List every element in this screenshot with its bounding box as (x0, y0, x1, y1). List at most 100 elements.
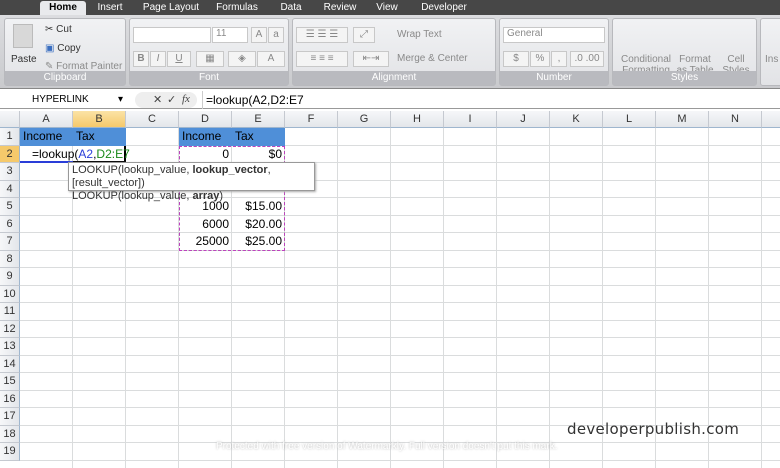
decimal-buttons[interactable]: .0 .00 (570, 51, 604, 67)
name-box[interactable]: HYPERLINK ▾ (0, 91, 130, 109)
tab-review[interactable]: Review (322, 1, 358, 15)
row-header-19[interactable]: 19 (0, 443, 20, 461)
function-tooltip: LOOKUP(lookup_value, lookup_vector, [res… (68, 162, 315, 202)
merge-center-button[interactable]: Merge & Center (397, 53, 468, 64)
column-header-H[interactable]: H (391, 111, 444, 128)
italic-button[interactable]: I (150, 51, 166, 67)
tab-formulas[interactable]: Formulas (214, 1, 260, 15)
row-header-9[interactable]: 9 (0, 268, 20, 286)
column-header-E[interactable]: E (232, 111, 285, 128)
cell-D1[interactable]: Income (179, 128, 232, 146)
tab-insert[interactable]: Insert (90, 1, 130, 15)
column-header-L[interactable]: L (603, 111, 656, 128)
grow-font-button[interactable]: A (251, 27, 267, 43)
cut-button[interactable]: ✂ Cut (45, 24, 72, 35)
font-group: 11 A a B I U ▦ ◈ A Font (129, 18, 289, 86)
tab-developer[interactable]: Developer (418, 1, 470, 15)
font-label: Font (130, 71, 288, 85)
indent-buttons[interactable]: ⇤⇥ (353, 51, 389, 67)
row-header-2[interactable]: 2 (0, 145, 20, 163)
row-header-15[interactable]: 15 (0, 373, 20, 391)
gridline (20, 302, 780, 303)
number-group: General $ % , .0 .00 Number (499, 18, 609, 86)
gridline (20, 214, 780, 216)
column-header-N[interactable]: N (709, 111, 762, 128)
gridline (20, 232, 780, 233)
percent-button[interactable]: % (530, 51, 550, 67)
column-header-C[interactable]: C (126, 111, 179, 128)
insert-cells-button[interactable]: Ins (765, 54, 778, 65)
column-header-J[interactable]: J (497, 111, 550, 128)
underline-button[interactable]: U (167, 51, 191, 67)
insert-function-icon[interactable]: fx (182, 93, 190, 105)
number-label: Number (500, 71, 608, 85)
row-header-10[interactable]: 10 (0, 285, 20, 303)
alignment-label: Alignment (293, 71, 495, 85)
row-header-16[interactable]: 16 (0, 390, 20, 408)
cell-E1[interactable]: Tax (232, 128, 285, 146)
column-header-O[interactable]: O (762, 111, 780, 128)
row-header-13[interactable]: 13 (0, 338, 20, 356)
clipboard-label: Clipboard (5, 71, 125, 85)
gridline (20, 144, 780, 146)
row-header-7[interactable]: 7 (0, 233, 20, 251)
row-header-3[interactable]: 3 (0, 163, 20, 181)
vertical-align-buttons[interactable]: ☰ ☰ ☰ (296, 27, 348, 43)
cancel-icon[interactable]: ✕ (153, 93, 162, 106)
shrink-font-button[interactable]: a (268, 27, 284, 43)
gridline (20, 267, 780, 268)
comma-button[interactable]: , (551, 51, 567, 67)
ref-highlight-a2 (20, 161, 73, 163)
number-format-select[interactable]: General (503, 27, 605, 43)
row-header-4[interactable]: 4 (0, 180, 20, 198)
row-header-14[interactable]: 14 (0, 355, 20, 373)
tab-home[interactable]: Home (40, 1, 86, 15)
column-header-A[interactable]: A (20, 111, 73, 128)
column-header-M[interactable]: M (656, 111, 709, 128)
row-header-12[interactable]: 12 (0, 320, 20, 338)
tab-view[interactable]: View (372, 1, 402, 15)
row-header-11[interactable]: 11 (0, 303, 20, 321)
formula-bar: HYPERLINK ▾ ✕ ✓ fx =lookup(A2,D2:E7 (0, 91, 780, 109)
column-header-I[interactable]: I (444, 111, 497, 128)
wrap-text-button[interactable]: Wrap Text (397, 29, 442, 40)
fill-color-button[interactable]: ◈ (228, 51, 256, 67)
column-header-F[interactable]: F (285, 111, 338, 128)
row-header-18[interactable]: 18 (0, 425, 20, 443)
watermark: Protected with free version of Watermark… (216, 441, 558, 452)
gridline (20, 319, 780, 321)
column-header-D[interactable]: D (179, 111, 232, 128)
orientation-button[interactable]: ⤢ (353, 27, 375, 43)
cut-label: Cut (56, 24, 72, 35)
tooltip-text: LOOKUP(lookup_value, (72, 164, 193, 176)
font-name-select[interactable] (133, 27, 211, 43)
column-header-G[interactable]: G (338, 111, 391, 128)
currency-button[interactable]: $ (503, 51, 529, 67)
font-color-button[interactable]: A (257, 51, 285, 67)
styles-group: Conditional Formatting Format as Table C… (612, 18, 757, 86)
row-header-1[interactable]: 1 (0, 128, 20, 146)
formula-ref-d2-e7: D2:E7 (96, 146, 130, 161)
paste-button[interactable]: Paste (11, 54, 37, 65)
bold-button[interactable]: B (133, 51, 149, 67)
row-header-5[interactable]: 5 (0, 198, 20, 216)
borders-button[interactable]: ▦ (196, 51, 224, 67)
enter-icon[interactable]: ✓ (167, 93, 176, 106)
horizontal-align-buttons[interactable]: ≡ ≡ ≡ (296, 51, 348, 67)
select-all-button[interactable] (0, 111, 20, 128)
formula-input[interactable]: =lookup(A2,D2:E7 (202, 91, 304, 109)
column-header-B[interactable]: B (73, 111, 126, 128)
styles-label: Styles (613, 71, 756, 85)
column-header-K[interactable]: K (550, 111, 603, 128)
tab-data[interactable]: Data (276, 1, 306, 15)
font-size-select[interactable]: 11 (212, 27, 248, 43)
cell-A1[interactable]: Income (20, 128, 73, 146)
row-header-6[interactable]: 6 (0, 215, 20, 233)
tab-page-layout[interactable]: Page Layout (140, 1, 202, 15)
cell-B1[interactable]: Tax (73, 128, 126, 146)
row-header-17[interactable]: 17 (0, 408, 20, 426)
chevron-down-icon[interactable]: ▾ (118, 91, 123, 109)
row-header-8[interactable]: 8 (0, 250, 20, 268)
gridline (20, 407, 780, 408)
copy-button[interactable]: ▣ Copy (45, 43, 81, 54)
